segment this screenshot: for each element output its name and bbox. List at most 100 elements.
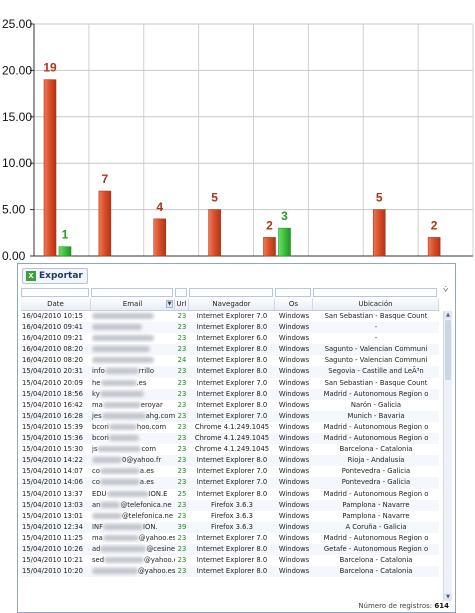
table-row[interactable]: 16/04/2010 08:20 23 Internet Explorer 8.0 W… bbox=[21, 344, 439, 356]
os-cell: Windows bbox=[278, 511, 310, 520]
date-cell: 15/04/2010 10:20 bbox=[22, 567, 83, 576]
os-cell: Windows bbox=[278, 345, 310, 354]
column-header[interactable]: Navegador bbox=[189, 299, 275, 310]
browser-cell: Chrome 4.1.249.1045 bbox=[194, 434, 270, 443]
os-cell: Windows bbox=[278, 489, 310, 498]
date-cell: 16/04/2010 09:41 bbox=[22, 323, 83, 332]
table-header: Date Email ▼ Url Navegador Os Ubicación bbox=[21, 299, 439, 311]
table-row[interactable]: 15/04/2010 16:28 jes ahg.com 23 Internet Exp… bbox=[21, 410, 439, 422]
scroll-down-icon[interactable]: ▼ bbox=[444, 593, 452, 601]
filter-input-1[interactable] bbox=[91, 288, 173, 297]
location-cell: Sagunto - Valencian Communi bbox=[324, 356, 428, 365]
location-cell: A Coruña - Galicia bbox=[345, 522, 407, 531]
vertical-scrollbar[interactable]: ▲ ▼ bbox=[443, 311, 452, 601]
table-row[interactable]: 15/04/2010 20:09 he .es 23 Internet Explorer… bbox=[21, 378, 439, 389]
table-row[interactable]: 15/04/2010 14:22 0@yahoo.fr 23 Internet Exp… bbox=[21, 455, 439, 467]
column-menu-icon[interactable]: ▼ bbox=[166, 300, 173, 308]
os-cell: Windows bbox=[278, 478, 310, 487]
table-row[interactable]: 15/04/2010 15:30 js com 23 Chrome 4.1.249.10… bbox=[21, 444, 439, 455]
email-cell bbox=[91, 311, 175, 322]
table-row[interactable]: 16/04/2010 08:20 24 Internet Explorer 8.0 W… bbox=[21, 355, 439, 366]
redacted-text bbox=[104, 557, 145, 564]
date-cell: 16/04/2010 10:15 bbox=[22, 312, 83, 320]
scroll-thumb[interactable] bbox=[445, 320, 451, 380]
email-prefix: ky bbox=[92, 389, 100, 398]
date-cell: 15/04/2010 16:42 bbox=[22, 400, 83, 409]
email-suffix: com bbox=[141, 445, 156, 454]
email-cell: EDU ION.E bbox=[91, 489, 175, 500]
location-cell: - bbox=[374, 323, 378, 332]
email-cell: bcori hoo.com bbox=[91, 422, 175, 433]
os-cell: Windows bbox=[278, 356, 310, 365]
table-row[interactable]: 16/04/2010 09:21 23 Internet Explorer 6.0 W… bbox=[21, 333, 439, 344]
email-cell: co a.es bbox=[91, 477, 175, 488]
location-cell: Getafe - Autonomous Region o bbox=[323, 544, 429, 553]
email-suffix: hoo.com bbox=[136, 422, 167, 431]
table-row[interactable]: 15/04/2010 16:42 ma eroyar 23 Internet Explo… bbox=[21, 400, 439, 411]
column-header[interactable]: Os bbox=[275, 299, 313, 310]
filter-input-5[interactable] bbox=[313, 288, 437, 297]
column-header[interactable]: Ubicación bbox=[313, 299, 439, 310]
email-suffix: ION. bbox=[143, 522, 158, 531]
table-row[interactable]: 15/04/2010 15:39 bcori hoo.com 23 Chrome 4.1… bbox=[21, 422, 439, 433]
email-prefix: sed bbox=[92, 556, 105, 565]
y-tick-label: 25.00 bbox=[2, 17, 32, 31]
table-row[interactable]: 15/04/2010 10:21 sed @yahoo.es23 Internet E… bbox=[21, 555, 439, 566]
table-row[interactable]: 15/04/2010 11:25 ma @yahoo.es 23 Internet Ex… bbox=[21, 533, 439, 544]
redacted-text bbox=[92, 335, 154, 342]
location-cell: Pontevedra - Galicia bbox=[341, 478, 411, 487]
email-suffix: @cesine.e bbox=[146, 544, 175, 553]
url-cell: 39 bbox=[177, 522, 187, 531]
scroll-up-icon[interactable]: ▲ bbox=[444, 311, 452, 319]
filter-input-3[interactable] bbox=[189, 288, 273, 297]
filter-input-0[interactable] bbox=[21, 288, 89, 297]
os-cell: Windows bbox=[278, 567, 310, 576]
browser-cell: Firefox 3.6.3 bbox=[211, 511, 253, 520]
os-cell: Windows bbox=[278, 312, 310, 320]
url-cell: 23 bbox=[177, 456, 187, 465]
column-header[interactable]: Email ▼ bbox=[91, 299, 175, 310]
table-row[interactable]: 15/04/2010 12:34 INF ION. 39 Firefox 3.6.3 Wi… bbox=[21, 521, 439, 533]
redacted-text bbox=[100, 379, 137, 386]
table-row[interactable]: 15/04/2010 15:36 bcori 23 Chrome 4.1.249.10… bbox=[21, 433, 439, 445]
column-header[interactable]: Date bbox=[21, 299, 91, 310]
date-cell: 16/04/2010 08:20 bbox=[22, 356, 83, 365]
url-cell: 23 bbox=[177, 500, 187, 509]
table-row[interactable]: 15/04/2010 10:26 ad @cesine.e23 Internet Ex… bbox=[21, 543, 439, 556]
table-row[interactable]: 15/04/2010 13:37 EDU ION.E 25 Internet Explo… bbox=[21, 489, 439, 500]
filter-input-4[interactable] bbox=[275, 288, 311, 297]
table-row[interactable]: 15/04/2010 13:01 @telefonica.ne 23 Firefox … bbox=[21, 511, 439, 522]
table-row[interactable]: 15/04/2010 20:31 info rrillo 23 Internet Exp… bbox=[21, 366, 439, 378]
email-cell: an @telefonica.ne bbox=[91, 500, 175, 511]
filter-icon[interactable]: ⩒ bbox=[443, 285, 453, 295]
table-row[interactable]: 15/04/2010 10:20 @yahoo.es 23 Internet Expl… bbox=[21, 566, 439, 578]
url-cell: 23 bbox=[177, 556, 187, 565]
url-cell: 23 bbox=[177, 467, 187, 476]
url-cell: 23 bbox=[177, 334, 187, 343]
browser-cell: Firefox 3.6.3 bbox=[211, 522, 253, 531]
bar bbox=[263, 237, 276, 257]
browser-cell: Internet Explorer 8.0 bbox=[196, 400, 268, 409]
bar-data-label: 5 bbox=[211, 191, 218, 205]
column-header[interactable]: Url bbox=[175, 299, 189, 310]
os-cell: Windows bbox=[278, 445, 310, 454]
chart-svg: 0.00 5.00 10.00 15.00 20.00 25.00 19 7 4 5 2 5 2 1 3 bbox=[2, 17, 474, 260]
url-cell: 23 bbox=[177, 378, 187, 387]
browser-cell: Internet Explorer 7.0 bbox=[196, 533, 268, 542]
table-row[interactable]: 15/04/2010 14:06 co a.es 23 Internet Explore… bbox=[21, 477, 439, 489]
export-button[interactable]: X Exportar bbox=[22, 268, 88, 284]
table-row[interactable]: 16/04/2010 09:41 23 Internet Explorer 8.0 W… bbox=[21, 322, 439, 334]
url-cell: 23 bbox=[177, 533, 187, 542]
email-suffix: 0@yahoo.fr bbox=[122, 456, 162, 465]
email-cell bbox=[91, 344, 175, 355]
os-cell: Windows bbox=[278, 467, 310, 476]
table-row[interactable]: 15/04/2010 18:56 ky 23 Internet Explorer 8.… bbox=[21, 388, 439, 400]
location-cell: Pontevedra - Galicia bbox=[341, 467, 411, 476]
filter-input-2[interactable] bbox=[175, 288, 187, 297]
email-cell: sed @yahoo.es bbox=[91, 555, 175, 566]
url-cell: 23 bbox=[177, 367, 187, 376]
bar bbox=[43, 79, 57, 257]
table-row[interactable]: 16/04/2010 10:15 23 Internet Explorer 7.0 W… bbox=[21, 311, 439, 322]
table-row[interactable]: 15/04/2010 13:03 an @telefonica.ne 23 Firefo… bbox=[21, 499, 439, 511]
table-row[interactable]: 15/04/2010 14:07 co a.es 23 Internet Explore… bbox=[21, 466, 439, 477]
